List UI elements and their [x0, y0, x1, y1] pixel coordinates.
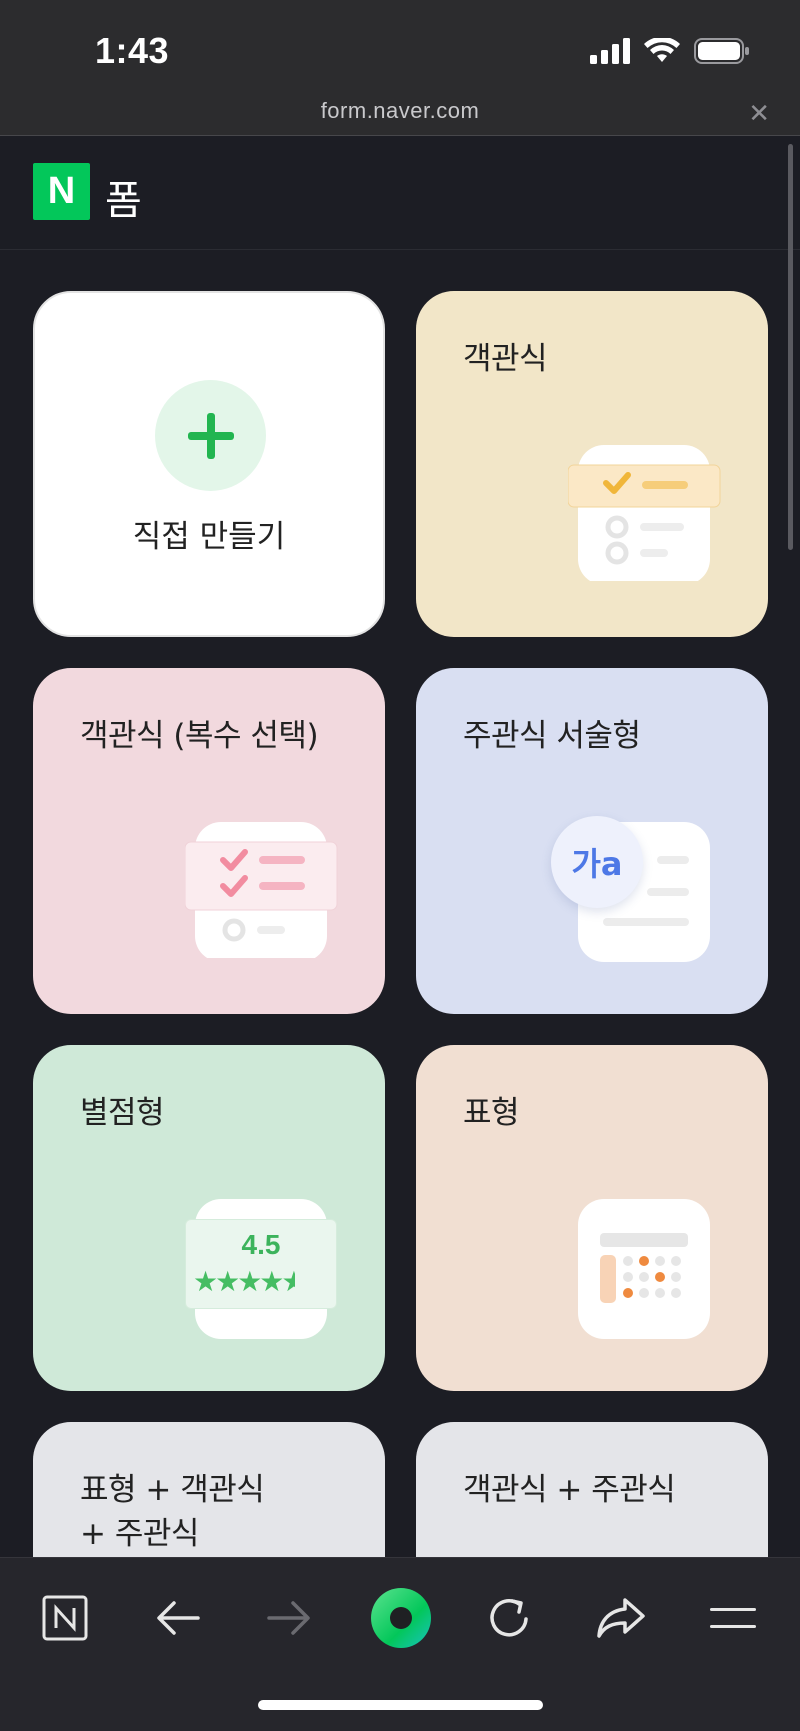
multiple-select-illustration	[185, 822, 338, 958]
rating-value: 4.5	[241, 1229, 281, 1260]
home-indicator[interactable]	[258, 1700, 543, 1710]
star-rating-card[interactable]: 별점형 4.5 ★★★★★	[33, 1045, 385, 1391]
hamburger-icon	[710, 1608, 756, 1628]
create-label: 직접 만들기	[132, 519, 286, 555]
card-title: 객관식	[463, 341, 548, 377]
logo-letter: N	[47, 170, 76, 212]
essay-card[interactable]: 주관식 서술형 가a	[416, 668, 768, 1014]
share-button[interactable]	[591, 1588, 651, 1648]
close-icon[interactable]: ✕	[748, 100, 770, 126]
menu-button[interactable]	[703, 1588, 763, 1648]
star-row: ★★★★★	[193, 1265, 296, 1298]
multiple-select-card[interactable]: 객관식 (복수 선택)	[33, 668, 385, 1014]
star-rating-illustration: 4.5 ★★★★★	[185, 1199, 337, 1339]
share-icon	[597, 1598, 645, 1638]
back-button[interactable]	[148, 1588, 208, 1648]
card-title-line2: + 주관식	[80, 1516, 199, 1552]
reload-button[interactable]	[480, 1588, 540, 1648]
green-dot-button[interactable]	[370, 1587, 432, 1649]
status-bar: 1:43	[0, 0, 800, 96]
card-title: 주관식 서술형	[463, 718, 641, 754]
naver-home-button[interactable]	[35, 1588, 95, 1648]
plus-icon	[155, 380, 266, 491]
naver-logo[interactable]: N	[33, 163, 90, 220]
url-text[interactable]: form.naver.com	[0, 98, 800, 124]
card-title: 표형	[463, 1095, 520, 1131]
status-time: 1:43	[95, 30, 170, 71]
reload-icon	[490, 1599, 528, 1637]
browser-url-bar[interactable]: form.naver.com ✕	[0, 96, 800, 136]
card-title: 별점형	[80, 1095, 165, 1131]
arrow-left-icon	[157, 1601, 200, 1635]
scrollbar[interactable]	[788, 144, 793, 550]
page-title: 폼	[105, 178, 142, 224]
hangul-badge-text: 가a	[571, 845, 623, 883]
status-icons	[590, 38, 750, 64]
naver-n-icon	[42, 1595, 88, 1641]
card-title-line1: 표형 + 객관식	[80, 1472, 265, 1508]
card-title: 객관식 (복수 선택)	[80, 718, 319, 754]
card-title: 객관식 + 주관식	[463, 1472, 676, 1508]
table-illustration	[578, 1199, 710, 1339]
battery-icon	[694, 38, 749, 64]
arrow-right-icon	[267, 1601, 310, 1635]
green-dot-icon	[371, 1588, 431, 1648]
card-title: 표형 + 객관식 + 주관식	[80, 1468, 265, 1556]
half-star-icon: ★	[281, 1265, 296, 1298]
hangul-badge-icon: 가a	[551, 816, 643, 908]
create-form-card[interactable]: 직접 만들기	[33, 291, 385, 637]
table-card[interactable]: 표형	[416, 1045, 768, 1391]
signal-icon	[590, 38, 630, 64]
forward-button[interactable]	[259, 1588, 319, 1648]
multiple-choice-card[interactable]: 객관식	[416, 291, 768, 637]
multiple-choice-illustration	[568, 445, 721, 581]
wifi-icon	[644, 38, 680, 62]
app-header: N 폼	[0, 136, 800, 250]
